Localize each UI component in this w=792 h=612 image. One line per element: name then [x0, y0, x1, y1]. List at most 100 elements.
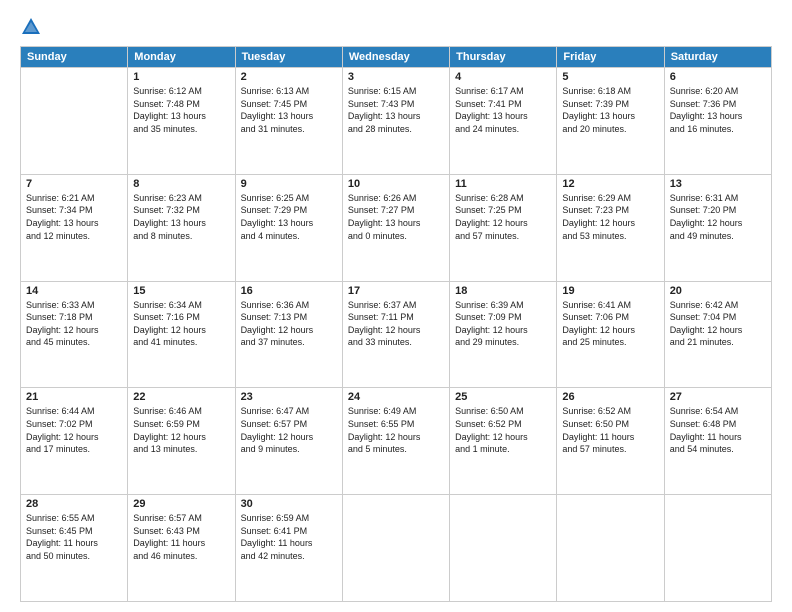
day-info: Sunrise: 6:49 AM Sunset: 6:55 PM Dayligh…	[348, 405, 444, 455]
day-cell: 23 Sunrise: 6:47 AM Sunset: 6:57 PM Dayli…	[235, 388, 342, 495]
day-cell: 6 Sunrise: 6:20 AM Sunset: 7:36 PM Daylig…	[664, 68, 771, 175]
day-info: Sunrise: 6:28 AM Sunset: 7:25 PM Dayligh…	[455, 192, 551, 242]
day-info: Sunrise: 6:15 AM Sunset: 7:43 PM Dayligh…	[348, 85, 444, 135]
day-number: 10	[348, 178, 444, 190]
week-row: 28 Sunrise: 6:55 AM Sunset: 6:45 PM Dayli…	[21, 495, 772, 602]
day-number: 2	[241, 71, 337, 83]
day-number: 8	[133, 178, 229, 190]
day-cell	[342, 495, 449, 602]
day-number: 3	[348, 71, 444, 83]
day-info: Sunrise: 6:36 AM Sunset: 7:13 PM Dayligh…	[241, 299, 337, 349]
day-cell: 18 Sunrise: 6:39 AM Sunset: 7:09 PM Dayli…	[450, 281, 557, 388]
logo-icon	[20, 16, 42, 38]
day-info: Sunrise: 6:34 AM Sunset: 7:16 PM Dayligh…	[133, 299, 229, 349]
day-info: Sunrise: 6:18 AM Sunset: 7:39 PM Dayligh…	[562, 85, 658, 135]
day-cell	[557, 495, 664, 602]
calendar-table: SundayMondayTuesdayWednesdayThursdayFrid…	[20, 46, 772, 602]
day-number: 21	[26, 391, 122, 403]
day-cell	[450, 495, 557, 602]
day-cell: 12Sunrise: 6:29 AM Sunset: 7:23 PM Dayli…	[557, 174, 664, 281]
day-info: Sunrise: 6:39 AM Sunset: 7:09 PM Dayligh…	[455, 299, 551, 349]
day-number: 20	[670, 285, 766, 297]
day-number: 6	[670, 71, 766, 83]
day-info: Sunrise: 6:41 AM Sunset: 7:06 PM Dayligh…	[562, 299, 658, 349]
day-number: 11	[455, 178, 551, 190]
day-info: Sunrise: 6:20 AM Sunset: 7:36 PM Dayligh…	[670, 85, 766, 135]
day-number: 17	[348, 285, 444, 297]
day-cell: 26 Sunrise: 6:52 AM Sunset: 6:50 PM Dayli…	[557, 388, 664, 495]
day-info: Sunrise: 6:21 AM Sunset: 7:34 PM Dayligh…	[26, 192, 122, 242]
day-number: 1	[133, 71, 229, 83]
day-cell: 16 Sunrise: 6:36 AM Sunset: 7:13 PM Dayli…	[235, 281, 342, 388]
day-cell: 2Sunrise: 6:13 AM Sunset: 7:45 PM Daylig…	[235, 68, 342, 175]
header-day: Sunday	[21, 47, 128, 68]
day-info: Sunrise: 6:37 AM Sunset: 7:11 PM Dayligh…	[348, 299, 444, 349]
day-info: Sunrise: 6:25 AM Sunset: 7:29 PM Dayligh…	[241, 192, 337, 242]
day-info: Sunrise: 6:57 AM Sunset: 6:43 PM Dayligh…	[133, 512, 229, 562]
header-day: Thursday	[450, 47, 557, 68]
day-cell: 3 Sunrise: 6:15 AM Sunset: 7:43 PM Daylig…	[342, 68, 449, 175]
day-cell	[21, 68, 128, 175]
header-day: Tuesday	[235, 47, 342, 68]
day-cell: 13Sunrise: 6:31 AM Sunset: 7:20 PM Dayli…	[664, 174, 771, 281]
day-cell: 28 Sunrise: 6:55 AM Sunset: 6:45 PM Dayli…	[21, 495, 128, 602]
day-info: Sunrise: 6:55 AM Sunset: 6:45 PM Dayligh…	[26, 512, 122, 562]
day-info: Sunrise: 6:54 AM Sunset: 6:48 PM Dayligh…	[670, 405, 766, 455]
header-row: SundayMondayTuesdayWednesdayThursdayFrid…	[21, 47, 772, 68]
header	[20, 16, 772, 38]
day-info: Sunrise: 6:33 AM Sunset: 7:18 PM Dayligh…	[26, 299, 122, 349]
week-row: 21 Sunrise: 6:44 AM Sunset: 7:02 PM Dayli…	[21, 388, 772, 495]
day-cell: 11 Sunrise: 6:28 AM Sunset: 7:25 PM Dayli…	[450, 174, 557, 281]
day-cell: 7 Sunrise: 6:21 AM Sunset: 7:34 PM Daylig…	[21, 174, 128, 281]
day-info: Sunrise: 6:50 AM Sunset: 6:52 PM Dayligh…	[455, 405, 551, 455]
day-cell: 30Sunrise: 6:59 AM Sunset: 6:41 PM Dayli…	[235, 495, 342, 602]
week-row: 14Sunrise: 6:33 AM Sunset: 7:18 PM Dayli…	[21, 281, 772, 388]
day-number: 19	[562, 285, 658, 297]
day-number: 15	[133, 285, 229, 297]
day-info: Sunrise: 6:26 AM Sunset: 7:27 PM Dayligh…	[348, 192, 444, 242]
day-info: Sunrise: 6:52 AM Sunset: 6:50 PM Dayligh…	[562, 405, 658, 455]
week-row: 1 Sunrise: 6:12 AM Sunset: 7:48 PM Daylig…	[21, 68, 772, 175]
day-number: 26	[562, 391, 658, 403]
day-cell: 17 Sunrise: 6:37 AM Sunset: 7:11 PM Dayli…	[342, 281, 449, 388]
day-cell: 19 Sunrise: 6:41 AM Sunset: 7:06 PM Dayli…	[557, 281, 664, 388]
day-info: Sunrise: 6:12 AM Sunset: 7:48 PM Dayligh…	[133, 85, 229, 135]
day-cell: 9 Sunrise: 6:25 AM Sunset: 7:29 PM Daylig…	[235, 174, 342, 281]
day-cell: 27 Sunrise: 6:54 AM Sunset: 6:48 PM Dayli…	[664, 388, 771, 495]
calendar-page: SundayMondayTuesdayWednesdayThursdayFrid…	[0, 0, 792, 612]
header-day: Wednesday	[342, 47, 449, 68]
day-number: 30	[241, 498, 337, 510]
day-number: 9	[241, 178, 337, 190]
day-info: Sunrise: 6:44 AM Sunset: 7:02 PM Dayligh…	[26, 405, 122, 455]
day-number: 18	[455, 285, 551, 297]
day-number: 12	[562, 178, 658, 190]
day-number: 16	[241, 285, 337, 297]
day-cell: 4Sunrise: 6:17 AM Sunset: 7:41 PM Daylig…	[450, 68, 557, 175]
day-number: 29	[133, 498, 229, 510]
day-number: 23	[241, 391, 337, 403]
day-info: Sunrise: 6:23 AM Sunset: 7:32 PM Dayligh…	[133, 192, 229, 242]
day-number: 7	[26, 178, 122, 190]
day-cell: 29 Sunrise: 6:57 AM Sunset: 6:43 PM Dayli…	[128, 495, 235, 602]
day-cell: 8 Sunrise: 6:23 AM Sunset: 7:32 PM Daylig…	[128, 174, 235, 281]
day-cell: 22 Sunrise: 6:46 AM Sunset: 6:59 PM Dayli…	[128, 388, 235, 495]
day-cell: 21 Sunrise: 6:44 AM Sunset: 7:02 PM Dayli…	[21, 388, 128, 495]
day-cell: 1 Sunrise: 6:12 AM Sunset: 7:48 PM Daylig…	[128, 68, 235, 175]
day-number: 24	[348, 391, 444, 403]
day-cell: 24 Sunrise: 6:49 AM Sunset: 6:55 PM Dayli…	[342, 388, 449, 495]
day-number: 28	[26, 498, 122, 510]
day-info: Sunrise: 6:31 AM Sunset: 7:20 PM Dayligh…	[670, 192, 766, 242]
day-number: 4	[455, 71, 551, 83]
header-day: Monday	[128, 47, 235, 68]
day-cell: 10 Sunrise: 6:26 AM Sunset: 7:27 PM Dayli…	[342, 174, 449, 281]
day-cell: 5Sunrise: 6:18 AM Sunset: 7:39 PM Daylig…	[557, 68, 664, 175]
day-info: Sunrise: 6:46 AM Sunset: 6:59 PM Dayligh…	[133, 405, 229, 455]
logo	[20, 16, 45, 38]
day-number: 25	[455, 391, 551, 403]
day-number: 22	[133, 391, 229, 403]
day-number: 27	[670, 391, 766, 403]
day-cell: 20Sunrise: 6:42 AM Sunset: 7:04 PM Dayli…	[664, 281, 771, 388]
day-cell: 25 Sunrise: 6:50 AM Sunset: 6:52 PM Dayli…	[450, 388, 557, 495]
day-info: Sunrise: 6:47 AM Sunset: 6:57 PM Dayligh…	[241, 405, 337, 455]
week-row: 7 Sunrise: 6:21 AM Sunset: 7:34 PM Daylig…	[21, 174, 772, 281]
